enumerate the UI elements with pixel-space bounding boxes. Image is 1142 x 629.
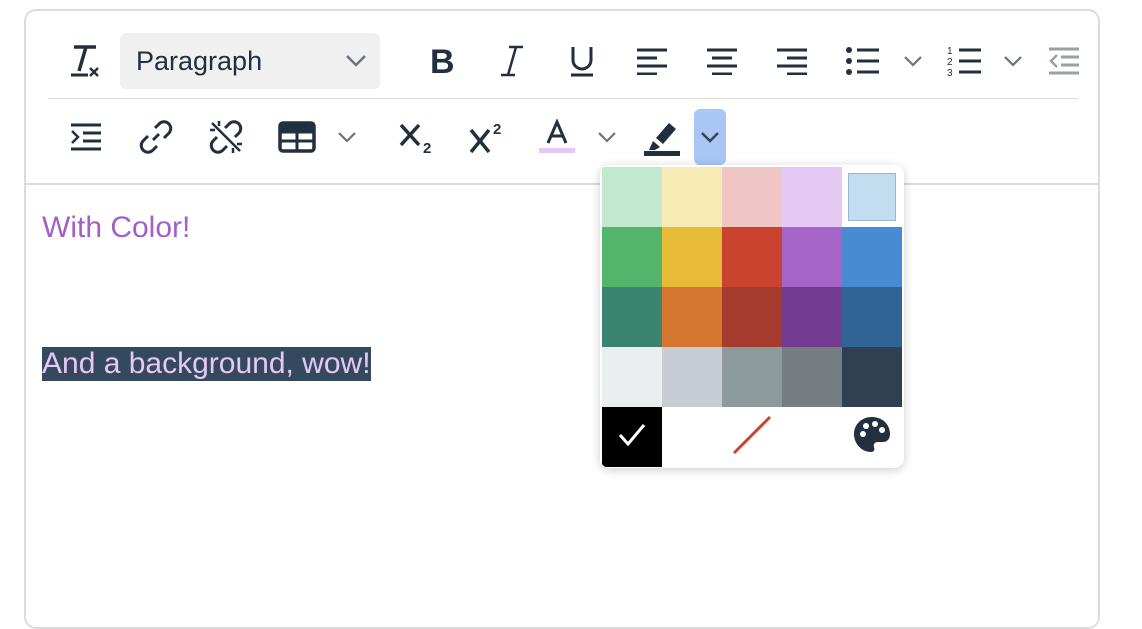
- italic-icon: [497, 44, 527, 78]
- checkmark-icon: [614, 417, 650, 458]
- palette-icon: [852, 415, 892, 460]
- svg-text:B: B: [430, 45, 455, 77]
- color-swatch[interactable]: [782, 347, 842, 407]
- text-color-button[interactable]: [532, 109, 582, 165]
- highlighter-icon: [642, 118, 682, 156]
- bold-button[interactable]: B: [418, 33, 466, 89]
- colored-text-paragraph[interactable]: With Color!: [42, 211, 190, 245]
- bullet-list-chevron-icon[interactable]: [900, 33, 926, 89]
- remove-color-button[interactable]: [722, 407, 782, 467]
- color-swatch[interactable]: [662, 167, 722, 227]
- svg-text:2: 2: [947, 57, 953, 68]
- block-format-value: Paragraph: [136, 45, 263, 76]
- rich-text-editor: Paragraph B 1 2 3 2 2 With Color! And a …: [24, 9, 1100, 629]
- numbered-list-button[interactable]: 123: [940, 33, 990, 89]
- underline-button[interactable]: [558, 33, 606, 89]
- toolbar-divider: [48, 98, 1078, 99]
- numbered-list-icon: 123: [947, 44, 983, 78]
- svg-text:1: 1: [947, 46, 953, 57]
- bold-icon: B: [427, 45, 457, 77]
- color-swatch[interactable]: [602, 347, 662, 407]
- superscript-icon: 2: [467, 118, 509, 156]
- block-format-select[interactable]: Paragraph: [120, 33, 380, 89]
- color-swatch[interactable]: [602, 227, 662, 287]
- custom-color-button[interactable]: [842, 407, 902, 467]
- color-swatch[interactable]: [662, 347, 722, 407]
- text-color-chevron-icon[interactable]: [594, 109, 620, 165]
- table-button[interactable]: [272, 109, 322, 165]
- toolbar-row-2: 2 2: [50, 109, 1078, 171]
- superscript-button[interactable]: 2: [460, 109, 516, 165]
- insert-link-button[interactable]: [132, 109, 180, 165]
- remove-link-button[interactable]: [202, 109, 250, 165]
- color-swatch[interactable]: [662, 287, 722, 347]
- underline-icon: [567, 44, 597, 78]
- align-left-icon: [635, 47, 669, 75]
- black-swatch-selected[interactable]: [602, 407, 662, 467]
- bullet-list-icon: [845, 46, 881, 76]
- align-left-button[interactable]: [628, 33, 676, 89]
- color-swatch[interactable]: [722, 227, 782, 287]
- indent-icon: [69, 122, 103, 152]
- align-center-button[interactable]: [698, 33, 746, 89]
- table-icon: [278, 121, 316, 153]
- clear-formatting-button[interactable]: [60, 33, 108, 89]
- color-swatch-menu: [600, 165, 904, 468]
- align-right-button[interactable]: [768, 33, 816, 89]
- background-color-button[interactable]: [634, 109, 690, 165]
- text-color-icon: [537, 119, 577, 155]
- color-swatch[interactable]: [842, 287, 902, 347]
- swatch-grid: [602, 167, 902, 407]
- outdent-icon: [1047, 46, 1081, 76]
- color-swatch[interactable]: [722, 287, 782, 347]
- toolbar-row-1: Paragraph B 1 2 3: [50, 33, 1079, 95]
- outdent-button[interactable]: [1040, 33, 1088, 89]
- color-swatch[interactable]: [602, 287, 662, 347]
- align-center-icon: [705, 47, 739, 75]
- align-right-icon: [775, 47, 809, 75]
- indent-button[interactable]: [62, 109, 110, 165]
- svg-text:2: 2: [423, 140, 431, 155]
- highlighted-text-paragraph[interactable]: And a background, wow!: [42, 347, 371, 381]
- subscript-button[interactable]: 2: [390, 109, 446, 165]
- numbered-list-chevron-icon[interactable]: [1000, 33, 1026, 89]
- color-swatch[interactable]: [602, 167, 662, 227]
- background-color-chevron-button[interactable]: [694, 109, 726, 165]
- color-swatch[interactable]: [722, 347, 782, 407]
- color-swatch[interactable]: [842, 167, 902, 227]
- svg-text:2: 2: [493, 121, 501, 138]
- svg-text:3: 3: [947, 68, 953, 78]
- link-icon: [138, 119, 174, 155]
- color-swatch[interactable]: [782, 227, 842, 287]
- subscript-icon: 2: [397, 119, 439, 155]
- swatch-actions: [602, 407, 902, 467]
- italic-button[interactable]: [488, 33, 536, 89]
- color-swatch[interactable]: [662, 227, 722, 287]
- table-chevron-icon[interactable]: [334, 109, 360, 165]
- color-swatch[interactable]: [722, 167, 782, 227]
- toolbar-bottom-border: [26, 183, 1098, 185]
- clear-formatting-icon: [66, 41, 102, 81]
- remove-color-icon: [730, 413, 774, 462]
- unlink-icon: [207, 118, 245, 156]
- chevron-down-icon: [344, 49, 368, 80]
- color-swatch[interactable]: [782, 287, 842, 347]
- bullet-list-button[interactable]: [838, 33, 888, 89]
- color-swatch[interactable]: [842, 227, 902, 287]
- chevron-down-icon: [699, 126, 721, 148]
- color-swatch[interactable]: [842, 347, 902, 407]
- color-swatch[interactable]: [782, 167, 842, 227]
